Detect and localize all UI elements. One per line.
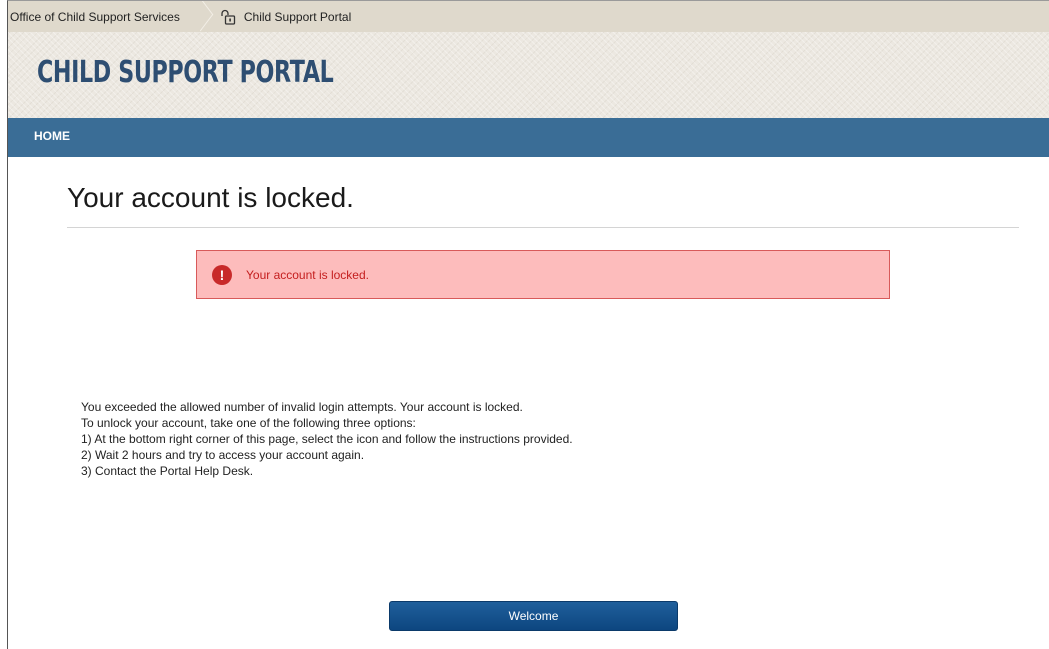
nav-home-link[interactable]: HOME	[34, 129, 70, 143]
unlock-instructions: You exceeded the allowed number of inval…	[81, 399, 573, 479]
page-title: Your account is locked.	[67, 182, 354, 213]
portal-title: CHILD SUPPORT PORTAL	[37, 55, 334, 90]
breadcrumb-separator	[194, 1, 206, 32]
instruction-line: 2) Wait 2 hours and try to access your a…	[81, 448, 365, 462]
exclamation-icon: !	[212, 265, 232, 285]
title-divider	[67, 227, 1019, 228]
breadcrumb-item-portal-label: Child Support Portal	[243, 9, 352, 24]
alert-message: Your account is locked.	[246, 268, 369, 282]
welcome-button[interactable]: Welcome	[389, 601, 678, 631]
breadcrumb-item-office[interactable]: Office of Child Support Services	[8, 10, 194, 24]
instruction-line: 1) At the bottom right corner of this pa…	[81, 432, 573, 446]
browser-frame: Office of Child Support Services Child S…	[7, 0, 1049, 649]
breadcrumb-item-portal[interactable]: Child Support Portal	[206, 9, 351, 25]
breadcrumb: Office of Child Support Services Child S…	[8, 1, 1049, 32]
error-alert: ! Your account is locked.	[196, 250, 890, 299]
instruction-line: To unlock your account, take one of the …	[81, 416, 416, 430]
lock-icon	[221, 9, 236, 25]
instruction-line: 3) Contact the Portal Help Desk.	[81, 464, 254, 478]
site-header: CHILD SUPPORT PORTAL	[8, 32, 1049, 118]
instruction-line: You exceeded the allowed number of inval…	[81, 400, 523, 414]
main-nav: HOME	[8, 118, 1049, 157]
